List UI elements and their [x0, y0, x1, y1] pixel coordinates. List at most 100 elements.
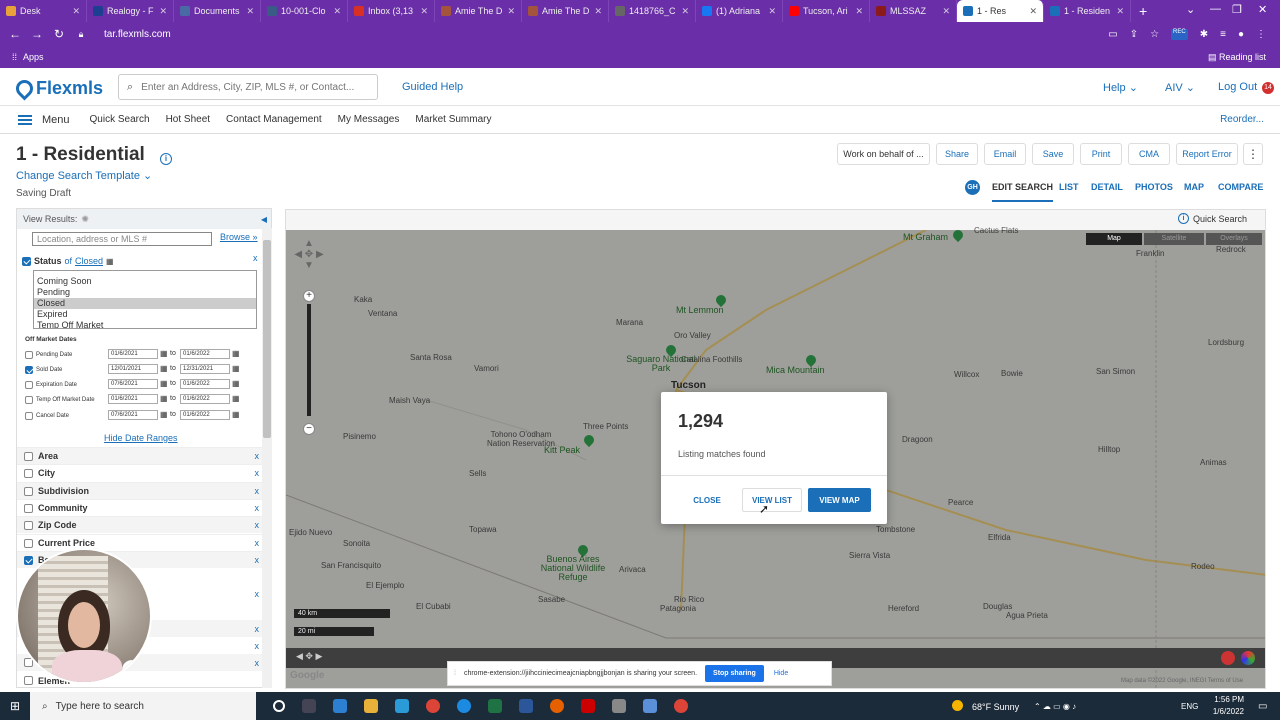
- firefox-icon[interactable]: [550, 699, 564, 713]
- date-to-input[interactable]: 01/6/2022: [180, 410, 230, 420]
- bookmark-star-icon[interactable]: ☆: [1150, 29, 1159, 40]
- edge-icon[interactable]: [457, 699, 471, 713]
- share-page-icon[interactable]: ⇪: [1130, 29, 1138, 40]
- remove-status-icon[interactable]: x: [253, 253, 258, 263]
- zoom-slider[interactable]: [307, 304, 311, 416]
- restore-button[interactable]: ❐: [1232, 3, 1242, 16]
- status-option[interactable]: Coming Soon: [34, 276, 256, 287]
- color-tool-icon[interactable]: [1241, 651, 1255, 665]
- profile-icon[interactable]: ●: [1238, 29, 1244, 40]
- tab-close-icon[interactable]: ✕: [594, 6, 602, 17]
- tab-photos[interactable]: PHOTOS: [1135, 182, 1173, 192]
- hide-sharing-button[interactable]: Hide: [774, 670, 788, 677]
- logout-link[interactable]: Log Out: [1218, 81, 1257, 93]
- browser-tab[interactable]: Documents ✕: [174, 0, 261, 22]
- report-error-button[interactable]: Report Error: [1176, 143, 1238, 165]
- calendar-icon[interactable]: ▦: [160, 410, 168, 419]
- tab-close-icon[interactable]: ✕: [159, 6, 167, 17]
- zip-checkbox[interactable]: [24, 520, 33, 530]
- browser-menu-icon[interactable]: ⋮: [1256, 29, 1266, 40]
- tab-close-icon[interactable]: ✕: [1116, 6, 1124, 17]
- date-checkbox[interactable]: [25, 366, 33, 374]
- calendar-icon[interactable]: ▦: [160, 349, 168, 358]
- price-checkbox[interactable]: [24, 538, 33, 548]
- status-listbox[interactable]: Coming Soon Pending Closed Expired Temp …: [33, 270, 257, 329]
- print-button[interactable]: Print: [1080, 143, 1122, 165]
- calendar-icon[interactable]: ▦: [232, 364, 240, 373]
- calendar-icon[interactable]: ▦: [106, 257, 114, 266]
- browser-tab[interactable]: 10-001-Clo ✕: [261, 0, 348, 22]
- cma-button[interactable]: CMA: [1128, 143, 1170, 165]
- browser-tab[interactable]: (1) Adriana ✕: [696, 0, 783, 22]
- apps-bookmark[interactable]: Apps: [23, 52, 44, 62]
- criteria-city[interactable]: City x: [17, 464, 271, 481]
- gh-avatar[interactable]: GH: [965, 180, 980, 195]
- lock-icon[interactable]: 🔒︎: [70, 29, 92, 40]
- excel-icon[interactable]: [488, 699, 502, 713]
- nav-contact-management[interactable]: Contact Management: [226, 114, 322, 125]
- status-option[interactable]: Pending: [34, 287, 256, 298]
- remove-icon[interactable]: x: [255, 468, 260, 478]
- tab-close-icon[interactable]: ✕: [681, 6, 689, 17]
- stop-sharing-button[interactable]: Stop sharing: [705, 665, 764, 682]
- map-attribution[interactable]: Map data ©2022 Google, INEGI Terms of Us…: [1121, 678, 1243, 684]
- date-to-input[interactable]: 01/6/2022: [180, 349, 230, 359]
- date-checkbox[interactable]: [25, 412, 33, 420]
- date-checkbox[interactable]: [25, 396, 33, 404]
- forward-icon[interactable]: →: [26, 27, 48, 41]
- tab-close-icon[interactable]: ✕: [246, 6, 254, 17]
- taskbar-search[interactable]: ⌕ Type here to search: [30, 692, 256, 720]
- elementary-checkbox[interactable]: [24, 676, 33, 685]
- tab-close-icon[interactable]: ✕: [72, 6, 80, 17]
- app-icon[interactable]: [643, 699, 657, 713]
- zoom-in-icon[interactable]: +: [303, 290, 315, 302]
- global-search-input[interactable]: [141, 81, 362, 93]
- tab-list[interactable]: LIST: [1059, 182, 1079, 192]
- tab-close-icon[interactable]: ✕: [855, 6, 863, 17]
- quick-search-toggle[interactable]: i Quick Search: [1178, 213, 1247, 224]
- remove-icon[interactable]: x: [255, 486, 260, 496]
- date-checkbox[interactable]: [25, 351, 33, 359]
- criteria-current-price[interactable]: Current Price x: [17, 534, 271, 551]
- map-type-satellite[interactable]: Satellite: [1144, 233, 1204, 245]
- file-explorer-icon[interactable]: [364, 699, 378, 713]
- tray-icons[interactable]: ⌃ ☁ ▭ ◉ ♪: [1034, 702, 1076, 711]
- left-panel-scroll-thumb[interactable]: [263, 240, 271, 438]
- chrome-icon[interactable]: [426, 699, 440, 713]
- tab-close-icon[interactable]: ✕: [1029, 6, 1037, 17]
- criteria-community[interactable]: Community x: [17, 499, 271, 516]
- map-overlays[interactable]: Overlays: [1206, 233, 1262, 245]
- criteria-area[interactable]: Area x: [17, 447, 271, 464]
- word-icon[interactable]: [519, 699, 533, 713]
- city-checkbox[interactable]: [24, 468, 33, 478]
- email-button[interactable]: Email: [984, 143, 1026, 165]
- back-icon[interactable]: ←: [4, 27, 26, 41]
- tab-close-icon[interactable]: ✕: [333, 6, 341, 17]
- browser-tab[interactable]: MLSSAZ ✕: [870, 0, 957, 22]
- guided-help-link[interactable]: Guided Help: [402, 81, 463, 93]
- draw-tool-icon[interactable]: [1221, 651, 1235, 665]
- tab-close-icon[interactable]: ✕: [768, 6, 776, 17]
- extensions-icon[interactable]: ✱: [1200, 29, 1208, 40]
- url-field[interactable]: tar.flexmls.com: [104, 29, 171, 40]
- camera-icon[interactable]: ▭: [1108, 29, 1117, 40]
- calendar-icon[interactable]: ▦: [160, 364, 168, 373]
- weather-sun-icon[interactable]: [952, 700, 963, 711]
- media-icon[interactable]: ≡: [1220, 29, 1226, 40]
- browser-tab[interactable]: Inbox (3,13 ✕: [348, 0, 435, 22]
- date-from-input[interactable]: 01/6/2021: [108, 349, 158, 359]
- menu-button[interactable]: Menu: [18, 114, 70, 126]
- browser-tab[interactable]: Amie The D ✕: [522, 0, 609, 22]
- remove-icon[interactable]: x: [255, 451, 260, 461]
- clock-date[interactable]: 1/6/2022: [1210, 707, 1244, 716]
- criteria-zip-code[interactable]: Zip Code x: [17, 516, 271, 533]
- chrome-icon[interactable]: [674, 699, 688, 713]
- date-to-input[interactable]: 01/6/2022: [180, 394, 230, 404]
- change-search-template[interactable]: Change Search Template ⌄: [16, 169, 152, 182]
- remove-icon[interactable]: x: [255, 641, 260, 651]
- calendar-icon[interactable]: ▦: [232, 379, 240, 388]
- status-checkbox[interactable]: [22, 256, 31, 266]
- tab-compare[interactable]: COMPARE: [1218, 182, 1263, 192]
- date-to-input[interactable]: 01/6/2022: [180, 379, 230, 389]
- status-option[interactable]: Temp Off Market: [34, 320, 256, 328]
